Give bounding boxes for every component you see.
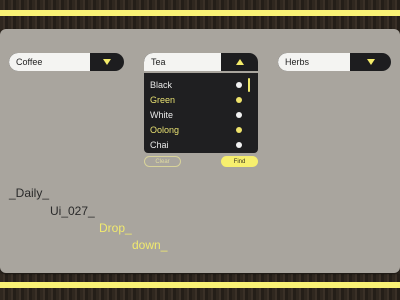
title-line-down: down_ xyxy=(132,238,168,252)
option-white[interactable]: White xyxy=(150,108,242,122)
option-label: Green xyxy=(150,95,176,105)
yellow-top-rail xyxy=(0,10,400,16)
option-green[interactable]: Green xyxy=(150,93,242,107)
find-button[interactable]: Find xyxy=(221,156,258,167)
tea-dropdown[interactable]: Tea xyxy=(144,53,258,71)
herbs-dropdown[interactable]: Herbs xyxy=(278,53,391,71)
chevron-down-icon xyxy=(103,59,111,65)
tea-dropdown-toggle[interactable] xyxy=(221,53,258,71)
radio-dot-icon[interactable] xyxy=(236,82,242,88)
herbs-dropdown-toggle[interactable] xyxy=(350,53,391,71)
option-chai[interactable]: Chai xyxy=(150,138,242,152)
option-oolong[interactable]: Oolong xyxy=(150,123,242,137)
radio-dot-icon[interactable] xyxy=(236,112,242,118)
option-black[interactable]: Black xyxy=(150,78,242,92)
clear-button[interactable]: Clear xyxy=(144,156,181,167)
herbs-dropdown-value: Herbs xyxy=(278,53,350,71)
radio-dot-icon[interactable] xyxy=(236,142,242,148)
coffee-dropdown[interactable]: Coffee xyxy=(9,53,124,71)
title-line-daily: _Daily_ xyxy=(9,186,50,200)
list-scrollbar[interactable] xyxy=(248,78,250,92)
tea-dropdown-value: Tea xyxy=(144,53,221,71)
title-line-drop: Drop_ xyxy=(99,221,132,235)
option-label: White xyxy=(150,110,174,120)
coffee-dropdown-toggle[interactable] xyxy=(90,53,124,71)
option-label: Black xyxy=(150,80,173,90)
radio-dot-selected-icon[interactable] xyxy=(236,127,242,133)
option-label: Chai xyxy=(150,140,169,150)
coffee-dropdown-value: Coffee xyxy=(9,53,90,71)
tea-options-list: Black Green White Oolong Chai xyxy=(144,73,258,153)
title-line-ui: Ui_027_ xyxy=(50,204,95,218)
radio-dot-selected-icon[interactable] xyxy=(236,97,242,103)
chevron-up-icon xyxy=(235,59,244,65)
option-label: Oolong xyxy=(150,125,180,135)
yellow-bottom-rail xyxy=(0,282,400,288)
chevron-down-icon xyxy=(366,59,375,65)
